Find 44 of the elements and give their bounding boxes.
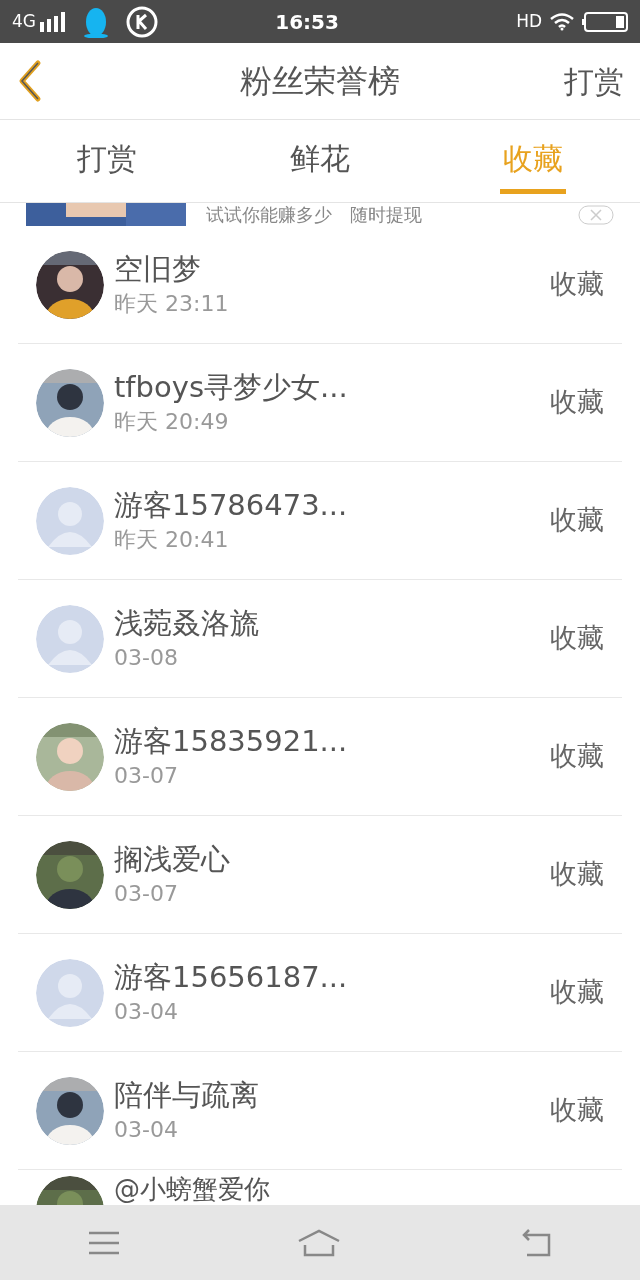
close-icon [578,204,614,225]
fan-name: tfboys寻梦少女... [114,368,349,406]
fan-time: 昨天 20:41 [114,525,230,554]
action-label: 收藏 [550,739,604,774]
reward-button[interactable]: 打赏 [564,58,624,104]
fan-name: 搁浅爱心 [114,840,231,878]
tab[interactable]: 打赏 [0,120,214,202]
menu-icon[interactable] [89,1230,119,1255]
banner-text: 试试你能赚多少 随时提现 [206,203,422,226]
fan-name: 陪伴与疏离 [114,1076,260,1114]
network-label: 4G [12,9,36,33]
default-avatar-icon [36,486,104,555]
fan-time: 03-07 [114,761,179,790]
fan-time: 昨天 23:11 [114,289,230,318]
hd-label: HD [516,9,542,33]
fan-name: 游客15835921... [114,722,349,760]
action-label: 收藏 [550,621,604,656]
fan-time: 03-08 [114,643,179,672]
action-label: 收藏 [550,503,604,538]
fan-name: 浅菀叒洛旒 [114,604,260,642]
action-label: 收藏 [550,385,604,420]
wifi-icon [550,12,574,31]
fan-time: 03-07 [114,879,179,908]
k-logo-icon [126,5,158,38]
action-label: 收藏 [550,975,604,1010]
action-label: 收藏 [550,857,604,892]
fan-name: 游客15656187... [114,958,349,996]
signal-icon [40,11,66,32]
action-label: 收藏 [550,1093,604,1128]
fan-time: 昨天 20:49 [114,407,230,436]
default-avatar-icon [36,958,104,1027]
default-avatar-icon [36,604,104,673]
tab[interactable]: 鲜花 [213,120,427,202]
clock: 16:53 [275,8,339,36]
fan-time: 03-04 [114,997,179,1026]
battery-icon [582,11,628,32]
fan-name: 游客15786473... [114,486,349,524]
fan-time: 03-04 [114,1115,179,1144]
penguin-icon [82,5,110,38]
action-label: 收藏 [550,267,604,302]
fan-name: 空旧梦 [114,250,202,288]
page-title: 粉丝荣誉榜 [240,61,400,102]
fan-name: @小螃蟹爱你 [114,1174,270,1204]
home-icon[interactable] [297,1228,341,1257]
